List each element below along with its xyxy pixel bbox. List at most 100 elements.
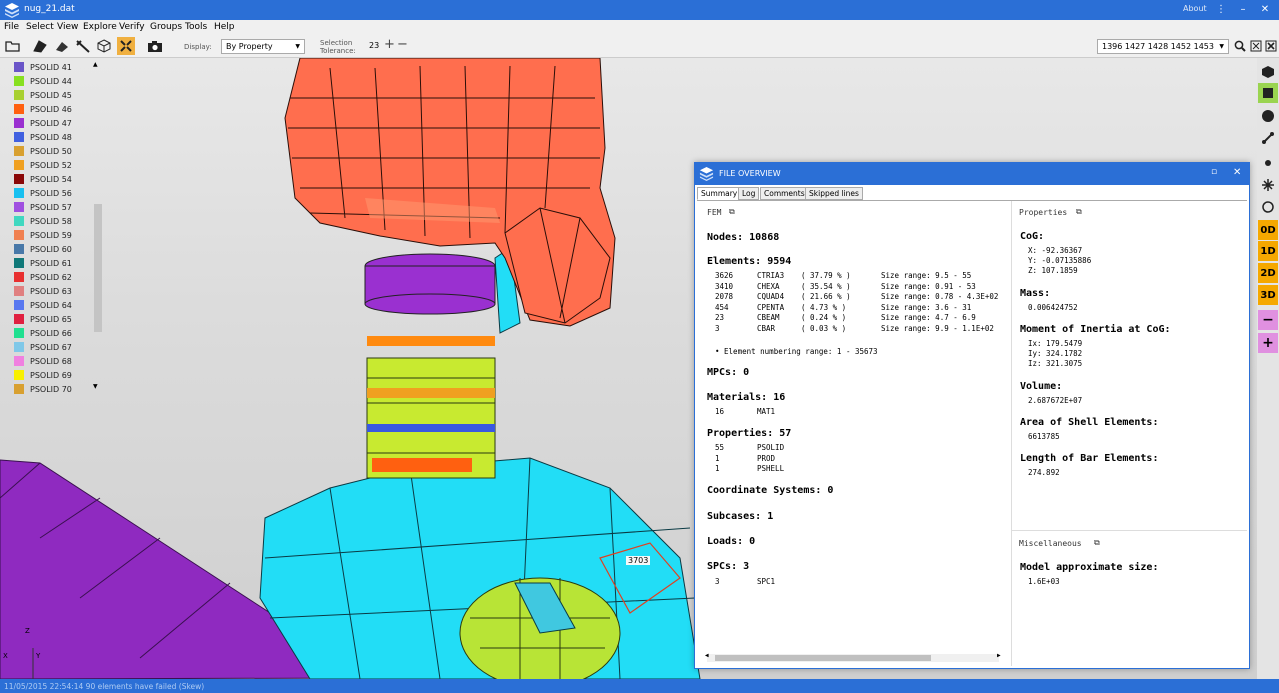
property-label: PSOLID 47 [30, 118, 72, 128]
tab-log[interactable]: Log [738, 187, 760, 200]
scroll-up-icon[interactable]: ▲ [93, 61, 98, 68]
property-list-item[interactable]: PSOLID 58 [14, 214, 72, 228]
menu-explore[interactable]: Explore [83, 22, 117, 32]
puzzle-icon[interactable] [1258, 83, 1278, 103]
camera-icon[interactable] [146, 37, 164, 55]
property-list-item[interactable]: PSOLID 64 [14, 298, 72, 312]
menu-select[interactable]: Select [26, 22, 54, 32]
property-label: PSOLID 64 [30, 300, 72, 310]
selection-ids-select[interactable]: 1396 1427 1428 1452 1453 ▼ [1097, 39, 1229, 54]
property-color-swatch [14, 146, 24, 156]
spcs-row-type: SPC1 [757, 577, 776, 586]
property-list-item[interactable]: PSOLID 68 [14, 354, 72, 368]
minus-icon[interactable]: − [397, 37, 408, 52]
property-list-item[interactable]: PSOLID 46 [14, 102, 72, 116]
measure-icon[interactable] [74, 37, 92, 55]
cog-x: X: -92.36367 [1028, 246, 1083, 255]
property-list-item[interactable]: PSOLID 41 [14, 60, 72, 74]
close-window-button[interactable]: ✕ [1254, 2, 1276, 18]
menu-file[interactable]: File [4, 22, 19, 32]
maximize-icon[interactable]: ▫ [1211, 167, 1217, 177]
element-row-p: ( 37.79 % ) [801, 271, 851, 280]
property-list-item[interactable]: PSOLID 56 [14, 186, 72, 200]
menu-tools[interactable]: Tools [185, 22, 207, 32]
popout-icon[interactable]: ⧉ [1094, 538, 1100, 548]
scroll-down-icon[interactable]: ▼ [93, 383, 98, 390]
property-list-item[interactable]: PSOLID 67 [14, 340, 72, 354]
tab-summary[interactable]: Summary [697, 187, 742, 200]
connect-icon[interactable] [1258, 128, 1278, 148]
popout-icon[interactable]: ⧉ [1076, 207, 1082, 217]
menu-help[interactable]: Help [214, 22, 235, 32]
display-select-value: By Property [226, 42, 273, 51]
element-row-n: 2078 [715, 292, 734, 301]
property-list-item[interactable]: PSOLID 66 [14, 326, 72, 340]
wireframe-icon[interactable] [31, 37, 49, 55]
view-0d-button[interactable]: 0D [1258, 220, 1278, 240]
property-list-item[interactable]: PSOLID 63 [14, 284, 72, 298]
property-list-item[interactable]: PSOLID 47 [14, 116, 72, 130]
dot-icon[interactable] [1258, 153, 1278, 173]
property-label: PSOLID 48 [30, 132, 72, 142]
property-color-swatch [14, 160, 24, 170]
scroll-right-icon[interactable]: ▶ [997, 652, 1001, 659]
view-2d-button[interactable]: 2D [1258, 263, 1278, 283]
palette-icon[interactable] [1258, 106, 1278, 126]
cube-icon[interactable] [95, 37, 113, 55]
zoom-out-button[interactable]: − [1258, 310, 1278, 330]
property-label: PSOLID 52 [30, 160, 72, 170]
right-toolbar: 0D 1D 2D 3D − + [1257, 58, 1279, 679]
prop-row-type: PROD [757, 454, 776, 463]
tab-skipped-lines[interactable]: Skipped lines [805, 187, 863, 200]
property-list-item[interactable]: PSOLID 61 [14, 256, 72, 270]
fem-header: FEM [707, 208, 722, 217]
property-list-item[interactable]: PSOLID 52 [14, 158, 72, 172]
solid-cube-icon[interactable] [1258, 62, 1278, 82]
shaded-icon[interactable] [53, 37, 71, 55]
menu-verify[interactable]: Verify [119, 22, 145, 32]
property-list-item[interactable]: PSOLID 69 [14, 368, 72, 382]
rotate-icon[interactable] [1258, 197, 1278, 217]
menu-icon[interactable]: ⋮ [1210, 2, 1232, 18]
view-1d-button[interactable]: 1D [1258, 241, 1278, 261]
property-color-swatch [14, 132, 24, 142]
open-folder-icon[interactable] [3, 37, 21, 55]
property-list-item[interactable]: PSOLID 48 [14, 130, 72, 144]
explode-icon[interactable] [117, 37, 135, 55]
burst-icon[interactable] [1258, 175, 1278, 195]
property-list-item[interactable]: PSOLID 59 [14, 228, 72, 242]
tab-comments[interactable]: Comments [760, 187, 809, 200]
popout-icon[interactable]: ⧉ [729, 207, 735, 217]
property-list-item[interactable]: PSOLID 60 [14, 242, 72, 256]
property-color-swatch [14, 216, 24, 226]
display-select[interactable]: By Property ▼ [221, 39, 305, 54]
dialog-close-button[interactable]: ✕ [1233, 167, 1241, 178]
menu-view[interactable]: View [57, 22, 78, 32]
horizontal-scrollbar[interactable]: ◀ ▶ [705, 652, 1001, 662]
about-link[interactable]: About [1183, 4, 1207, 13]
property-list-item[interactable]: PSOLID 44 [14, 74, 72, 88]
scroll-left-icon[interactable]: ◀ [705, 652, 709, 659]
property-list-item[interactable]: PSOLID 57 [14, 200, 72, 214]
minimize-button[interactable]: – [1232, 2, 1254, 18]
property-list-item[interactable]: PSOLID 50 [14, 144, 72, 158]
property-list-item[interactable]: PSOLID 65 [14, 312, 72, 326]
property-list-item[interactable]: PSOLID 62 [14, 270, 72, 284]
property-list-item[interactable]: PSOLID 70 [14, 382, 72, 396]
close-view-icon[interactable] [1262, 37, 1279, 55]
element-row-n: 3626 [715, 271, 734, 280]
property-color-swatch [14, 188, 24, 198]
property-label: PSOLID 60 [30, 244, 72, 254]
menu-groups[interactable]: Groups [150, 22, 182, 32]
view-3d-button[interactable]: 3D [1258, 285, 1278, 305]
zoom-in-button[interactable]: + [1258, 333, 1278, 353]
plus-icon[interactable]: + [384, 37, 395, 52]
mpcs-count: MPCs: 0 [707, 367, 750, 378]
property-list-item[interactable]: PSOLID 54 [14, 172, 72, 186]
prop-row-count: 1 [715, 454, 720, 463]
tolerance-value[interactable]: 23 [369, 41, 379, 50]
property-list-scrollbar[interactable] [94, 204, 102, 332]
scrollbar-thumb[interactable] [715, 655, 931, 661]
status-text: 11/05/2015 22:54:14 90 elements have fai… [4, 682, 205, 691]
property-list-item[interactable]: PSOLID 45 [14, 88, 72, 102]
